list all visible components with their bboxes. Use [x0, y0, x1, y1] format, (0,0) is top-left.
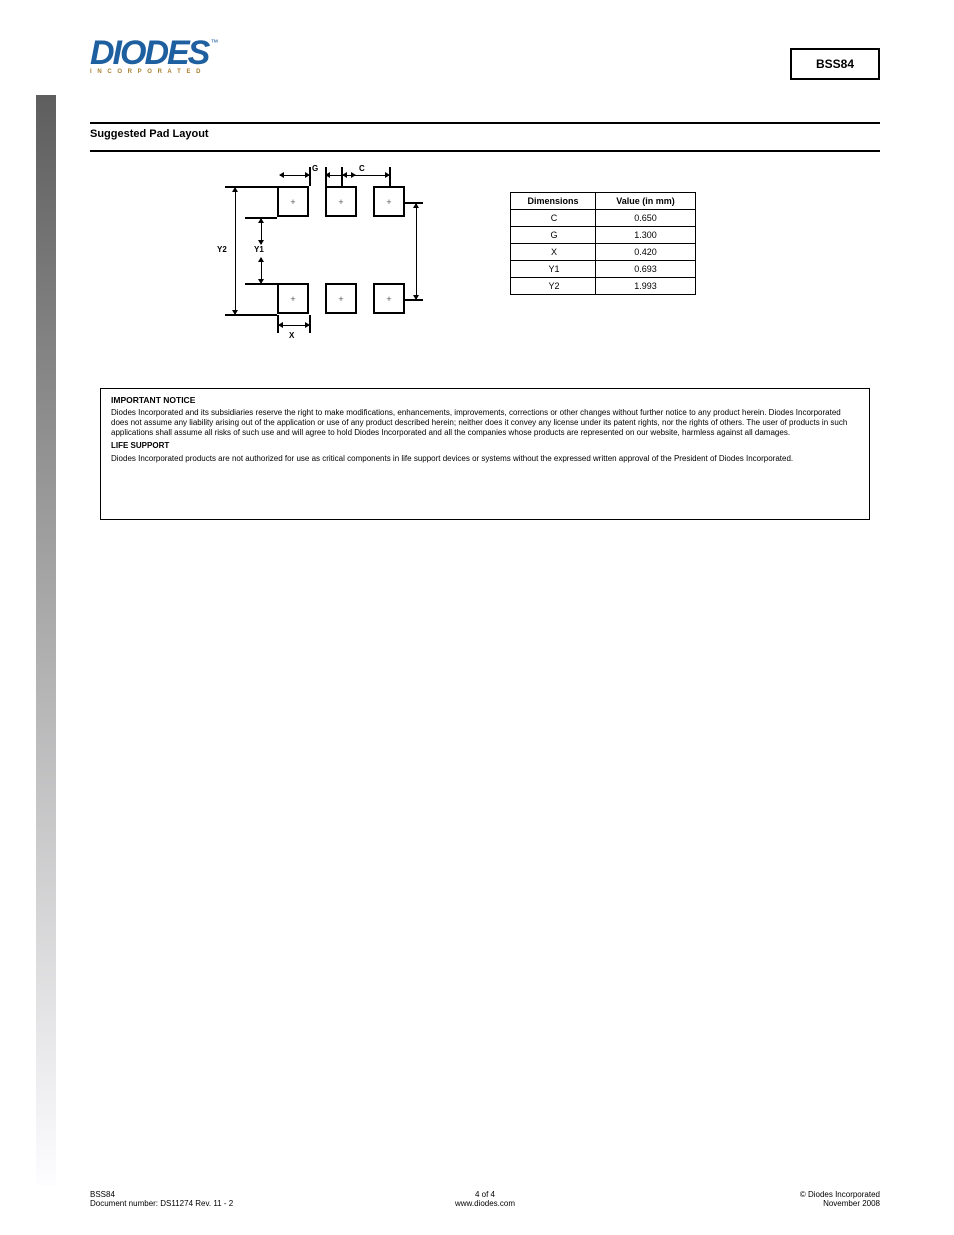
logo-subtext: I N C O R P O R A T E D: [90, 69, 216, 75]
dim-val: 0.693: [596, 261, 696, 278]
footer-copyright: © Diodes Incorporated: [800, 1190, 880, 1199]
dim-val: 0.650: [596, 210, 696, 227]
part-number-box: BSS84: [790, 48, 880, 80]
divider: [90, 122, 880, 124]
table-row: Y21.993: [511, 278, 696, 295]
notice-paragraph: Diodes Incorporated products are not aut…: [111, 454, 859, 464]
cross-icon: +: [386, 197, 391, 207]
table-header-value: Value (in mm): [596, 193, 696, 210]
dim-arrow: [416, 204, 417, 299]
notice-paragraph: Diodes Incorporated and its subsidiaries…: [111, 408, 859, 438]
dim-arrow: [280, 175, 309, 176]
table-header-dimensions: Dimensions: [511, 193, 596, 210]
cross-icon: +: [338, 197, 343, 207]
section-title: Suggested Pad Layout: [90, 128, 209, 140]
notice-subtitle: LIFE SUPPORT: [111, 441, 859, 451]
dim-val: 1.300: [596, 227, 696, 244]
dim-label-x: X: [289, 331, 294, 340]
logo-trademark-icon: ™: [210, 38, 218, 47]
pad: +: [277, 283, 309, 314]
footer-date: November 2008: [800, 1199, 880, 1208]
footer-page-number: 4 of 4: [90, 1190, 880, 1199]
dim-key: C: [511, 210, 596, 227]
pad: +: [325, 283, 357, 314]
logo: DIODES™ I N C O R P O R A T E D: [90, 40, 216, 75]
dim-arrow: [343, 175, 389, 176]
logo-main: DIODES: [90, 34, 208, 72]
divider: [90, 150, 880, 152]
important-notice-box: IMPORTANT NOTICE Diodes Incorporated and…: [100, 388, 870, 520]
dim-key: Y1: [511, 261, 596, 278]
dim-val: 0.420: [596, 244, 696, 261]
cross-icon: +: [290, 294, 295, 304]
notice-title: IMPORTANT NOTICE: [111, 395, 859, 406]
dim-label-y2: Y2: [217, 245, 227, 254]
dim-key: Y2: [511, 278, 596, 295]
footer-right: © Diodes Incorporated November 2008: [800, 1190, 880, 1208]
dim-arrow: [235, 188, 236, 314]
footer-url: www.diodes.com: [90, 1199, 880, 1208]
footprint-diagram: + + + + + + G C Y1 Y2 X: [215, 165, 450, 340]
dim-arrow: [261, 219, 262, 244]
dimensions-table: Dimensions Value (in mm) C0.650 G1.300 X…: [510, 192, 696, 295]
dim-arrow: [261, 258, 262, 283]
table-row: C0.650: [511, 210, 696, 227]
cross-icon: +: [386, 294, 391, 304]
pad: +: [325, 186, 357, 217]
dim-val: 1.993: [596, 278, 696, 295]
dim-label-y1: Y1: [254, 245, 264, 254]
table-row: G1.300: [511, 227, 696, 244]
cross-icon: +: [338, 294, 343, 304]
pad: +: [373, 186, 405, 217]
pad: +: [277, 186, 309, 217]
table-row: X0.420: [511, 244, 696, 261]
cross-icon: +: [290, 197, 295, 207]
dim-label-c: C: [359, 164, 365, 173]
footer-center: 4 of 4 www.diodes.com: [90, 1190, 880, 1208]
dim-key: X: [511, 244, 596, 261]
dim-arrow: [279, 325, 309, 326]
dim-label-g: G: [312, 164, 318, 173]
dim-key: G: [511, 227, 596, 244]
pad: +: [373, 283, 405, 314]
sidebar-gradient: [36, 95, 56, 1185]
page-header: DIODES™ I N C O R P O R A T E D BSS84: [90, 40, 880, 95]
table-row: Y10.693: [511, 261, 696, 278]
